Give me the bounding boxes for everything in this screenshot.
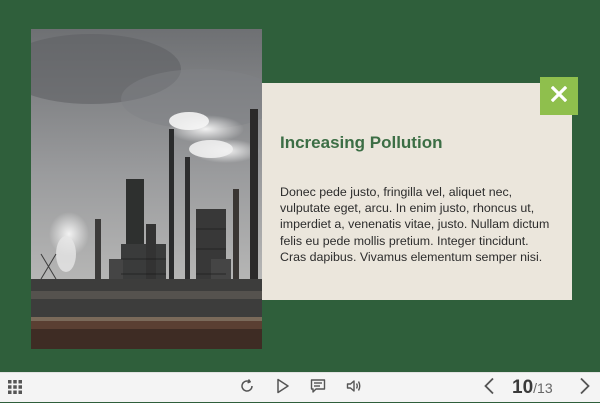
audio-button[interactable] [344, 373, 364, 403]
grid-menu-icon [8, 379, 22, 398]
next-slide-button[interactable] [576, 373, 594, 403]
slide-counter: 10 / 13 [512, 373, 553, 403]
notes-icon [310, 378, 326, 398]
speaker-icon [346, 378, 362, 398]
replay-button[interactable] [237, 373, 257, 403]
menu-button[interactable] [6, 373, 24, 403]
close-icon [550, 85, 568, 106]
slide-body-text: Donec pede justo, fringilla vel, aliquet… [280, 185, 550, 264]
info-card: Increasing Pollution Donec pede justo, f… [262, 83, 572, 300]
chevron-right-icon [579, 377, 591, 399]
play-button[interactable] [273, 373, 293, 403]
chevron-left-icon [483, 377, 495, 399]
close-button[interactable] [540, 77, 578, 115]
slide-stage: Increasing Pollution Donec pede justo, f… [0, 0, 600, 372]
current-slide-number: 10 [512, 377, 534, 398]
play-icon [276, 378, 290, 398]
total-slide-number: 13 [537, 380, 553, 396]
notes-button[interactable] [308, 373, 328, 403]
previous-slide-button[interactable] [480, 373, 498, 403]
replay-icon [239, 378, 255, 398]
player-toolbar: 10 / 13 [0, 372, 600, 402]
slide-title: Increasing Pollution [280, 133, 443, 152]
industrial-smokestacks-photo [31, 29, 262, 349]
